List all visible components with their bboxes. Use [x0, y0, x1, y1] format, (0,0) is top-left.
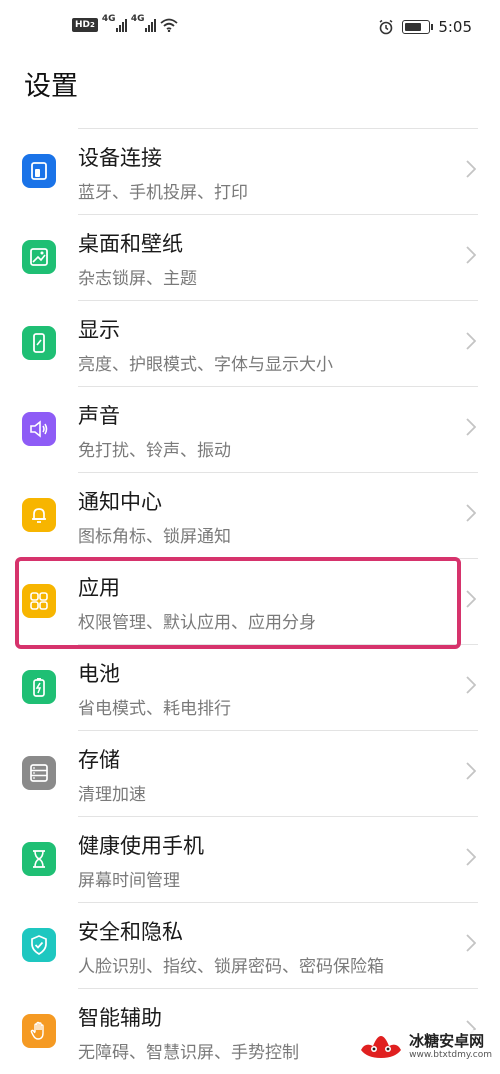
sound-icon [22, 412, 56, 446]
watermark-name: 冰糖安卓网 [409, 1032, 485, 1050]
divider [78, 128, 478, 129]
settings-item-battery[interactable]: 电池 省电模式、耗电排行 [0, 644, 500, 730]
wallpaper-icon [22, 240, 56, 274]
divider [78, 644, 478, 645]
settings-item-sound[interactable]: 声音 免打扰、铃声、振动 [0, 386, 500, 472]
network-type-1: 4G [101, 14, 116, 24]
settings-item-subtitle: 杂志锁屏、主题 [78, 269, 197, 289]
settings-item-title: 桌面和壁纸 [78, 232, 183, 256]
settings-item-title: 安全和隐私 [78, 920, 183, 944]
watermark: 冰糖安卓网 www.btxtdmy.com [355, 1030, 496, 1064]
settings-item-title: 健康使用手机 [78, 834, 204, 858]
status-right-icons: 5:05 [378, 18, 472, 36]
hd-voice-icon: HD2 [72, 18, 98, 32]
chevron-right-icon [466, 590, 476, 608]
settings-item-title: 电池 [78, 662, 120, 686]
chevron-right-icon [466, 762, 476, 780]
alarm-icon [379, 19, 393, 35]
settings-item-security-privacy[interactable]: 安全和隐私 人脸识别、指纹、锁屏密码、密码保险箱 [0, 902, 500, 988]
wifi-icon [160, 18, 178, 32]
battery-icon [22, 670, 56, 704]
network-type-2: 4G [130, 14, 145, 24]
status-left-icons: HD2 4G 4G [72, 14, 178, 32]
settings-item-title: 显示 [78, 318, 120, 342]
chevron-right-icon [466, 848, 476, 866]
status-time: 5:05 [438, 18, 472, 36]
divider [78, 902, 478, 903]
settings-item-subtitle: 人脸识别、指纹、锁屏密码、密码保险箱 [78, 957, 384, 977]
watermark-logo-icon [361, 1036, 402, 1058]
settings-item-title: 通知中心 [78, 490, 162, 514]
display-icon [22, 326, 56, 360]
device-connection-icon [22, 154, 56, 188]
settings-item-storage[interactable]: 存储 清理加速 [0, 730, 500, 816]
settings-item-title: 声音 [78, 404, 120, 428]
bell-icon [22, 498, 56, 532]
settings-item-subtitle: 亮度、护眼模式、字体与显示大小 [78, 355, 333, 375]
apps-grid-icon [22, 584, 56, 618]
settings-list: 设备连接 蓝牙、手机投屏、打印 桌面和壁纸 杂志锁屏、主题 显示 亮度、护眼模式… [0, 128, 500, 1074]
chevron-right-icon [466, 246, 476, 264]
settings-item-subtitle: 权限管理、默认应用、应用分身 [78, 613, 316, 633]
settings-item-subtitle: 免打扰、铃声、振动 [78, 441, 231, 461]
chevron-right-icon [466, 676, 476, 694]
settings-item-digital-balance[interactable]: 健康使用手机 屏幕时间管理 [0, 816, 500, 902]
chevron-right-icon [466, 332, 476, 350]
settings-item-subtitle: 无障碍、智慧识屏、手势控制 [78, 1043, 299, 1063]
settings-item-subtitle: 屏幕时间管理 [78, 871, 180, 891]
watermark-url: www.btxtdmy.com [409, 1050, 492, 1060]
settings-item-apps[interactable]: 应用 权限管理、默认应用、应用分身 [0, 558, 500, 644]
settings-item-title: 应用 [78, 576, 120, 600]
divider [78, 988, 478, 989]
divider [78, 558, 478, 559]
shield-icon [22, 928, 56, 962]
settings-item-subtitle: 蓝牙、手机投屏、打印 [78, 183, 248, 203]
settings-item-wallpaper[interactable]: 桌面和壁纸 杂志锁屏、主题 [0, 214, 500, 300]
hd-sub: 2 [90, 21, 95, 29]
battery-status-icon [402, 20, 434, 34]
hd-label: HD [75, 20, 91, 30]
divider [78, 300, 478, 301]
hand-icon [22, 1014, 56, 1048]
settings-item-title: 智能辅助 [78, 1006, 162, 1030]
chevron-right-icon [466, 160, 476, 178]
cell-signal-2-icon: 4G [131, 14, 156, 32]
divider [78, 386, 478, 387]
settings-item-device-connection[interactable]: 设备连接 蓝牙、手机投屏、打印 [0, 128, 500, 214]
settings-item-title: 设备连接 [78, 146, 162, 170]
divider [78, 730, 478, 731]
chevron-right-icon [466, 504, 476, 522]
page-title: 设置 [24, 71, 78, 102]
divider [78, 816, 478, 817]
settings-item-subtitle: 清理加速 [78, 785, 146, 805]
status-bar: HD2 4G 4G 5:05 [0, 0, 500, 60]
cell-signal-1-icon: 4G [102, 14, 127, 32]
settings-item-title: 存储 [78, 748, 120, 772]
settings-item-notifications[interactable]: 通知中心 图标角标、锁屏通知 [0, 472, 500, 558]
settings-item-subtitle: 图标角标、锁屏通知 [78, 527, 231, 547]
hourglass-icon [22, 842, 56, 876]
divider [78, 214, 478, 215]
chevron-right-icon [466, 418, 476, 436]
settings-item-display[interactable]: 显示 亮度、护眼模式、字体与显示大小 [0, 300, 500, 386]
chevron-right-icon [466, 934, 476, 952]
divider [78, 472, 478, 473]
settings-item-subtitle: 省电模式、耗电排行 [78, 699, 231, 719]
storage-icon [22, 756, 56, 790]
